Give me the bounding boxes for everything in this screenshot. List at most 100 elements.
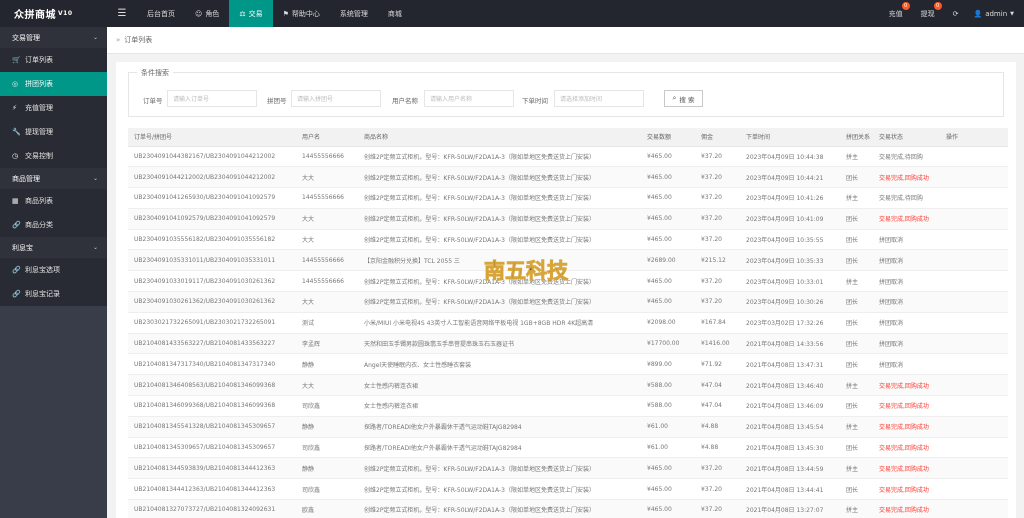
cell-status: 交易完成,回购成功: [873, 166, 940, 189]
table-row[interactable]: UB2104081327073727/UB2104081324092631 欧鑫创…: [128, 499, 1008, 518]
cell-relation: 团长: [840, 333, 873, 355]
table-row[interactable]: UB2304091041092579/UB2304091041092579 大大创…: [128, 208, 1008, 230]
cell-actions: [940, 187, 1008, 209]
cell-order: UB2304091030261362/UB2304091030261362: [128, 291, 296, 313]
cell-status: 交易完成,回购成功: [873, 395, 940, 417]
cell-commission: ¥71.92: [695, 353, 740, 376]
sidebar-item[interactable]: ◷ 交易控制: [0, 144, 107, 168]
cell-status: 交易完成,回购成功: [873, 478, 940, 501]
column-header[interactable]: 用户名: [296, 128, 358, 147]
topnav-item[interactable]: 商城: [378, 0, 412, 27]
column-header[interactable]: 操作: [940, 128, 1008, 147]
cell-user: 14455556666: [296, 270, 358, 293]
table-row[interactable]: UB2104081346408563/UB2104081346099368 大大女…: [128, 374, 1008, 397]
column-header[interactable]: 商品名称: [358, 128, 641, 147]
cell-time: 2023年03月02日 17:32:26: [740, 312, 840, 334]
cell-time: 2021年04月08日 13:46:40: [740, 374, 840, 397]
chevron-down-icon: ⌄: [92, 244, 98, 251]
order-label: 订单号: [143, 97, 163, 105]
table-row[interactable]: UB2104081433563227/UB2104081433563227 李孟辉…: [128, 333, 1008, 355]
sidebar-group[interactable]: 交易管理 ⌄: [0, 27, 107, 48]
sidebar-item[interactable]: 🔗 利息宝记录: [0, 282, 107, 306]
time-label: 下单时间: [522, 97, 548, 105]
cell-relation: 团长: [840, 291, 873, 313]
sidebar-item[interactable]: 🔧 提现管理: [0, 120, 107, 144]
column-header[interactable]: 订单号/拼团号: [128, 128, 296, 147]
cell-status: 拼团取消: [873, 249, 940, 272]
double-chevron-icon: »: [116, 36, 121, 44]
table-row[interactable]: UB2304091030261362/UB2304091030261362 大大创…: [128, 291, 1008, 313]
column-header[interactable]: 下单时间: [740, 128, 840, 147]
cell-actions: [940, 374, 1008, 397]
app-logo[interactable]: 众拼商城 V10: [0, 0, 107, 27]
username: admin: [985, 9, 1008, 18]
sidebar-item[interactable]: ⚡ 充值管理: [0, 96, 107, 120]
cell-amount: ¥465.00: [641, 166, 695, 189]
cell-product: Angel天使睡眠内衣、女士性感睡衣套装: [358, 353, 641, 376]
menu-toggle-icon[interactable]: ☰: [107, 0, 137, 27]
column-header[interactable]: 交易状态: [873, 128, 940, 147]
user-menu[interactable]: 👤 admin ▼: [967, 0, 1024, 27]
sidebar-group[interactable]: 利息宝 ⌄: [0, 237, 107, 258]
cell-product: 创维2P定频立式柜机，型号：KFR-50LW/F2DA1A-3（限如单地区免费送…: [358, 208, 641, 230]
cell-status: 交易完成,回购成功: [873, 437, 940, 459]
cell-order: UB2104081347317340/UB2104081347317340: [128, 353, 296, 376]
cell-time: 2021年04月08日 14:33:56: [740, 333, 840, 355]
cell-time: 2023年04月09日 10:44:21: [740, 166, 840, 189]
topnav-label: 帮助中心: [291, 9, 320, 18]
group-label: 拼团号: [267, 97, 287, 105]
sidebar-item-icon: ▦: [12, 197, 19, 205]
table-row[interactable]: UB2304091041265930/UB2304091041092579 144…: [128, 187, 1008, 209]
cell-product: 创维2P定频立式柜机，型号：KFR-50LW/F2DA1A-3（限如单地区免费送…: [358, 457, 641, 480]
column-header[interactable]: 交易数额: [641, 128, 695, 147]
topnav-item[interactable]: ⚖ 交易: [229, 0, 273, 27]
table-row[interactable]: UB2304091044212002/UB2304091044212002 大大创…: [128, 166, 1008, 189]
table-row[interactable]: UB2104081344412363/UB2104081344412363 司欣鑫…: [128, 478, 1008, 501]
cell-commission: ¥37.20: [695, 270, 740, 293]
cell-amount: ¥465.00: [641, 478, 695, 501]
table-row[interactable]: UB2104081346099368/UB2104081346099368 司欣鑫…: [128, 395, 1008, 417]
sidebar-item-label: 商品分类: [25, 221, 53, 229]
sidebar-item[interactable]: 🛒 订单列表: [0, 48, 107, 72]
cell-user: 司欣鑫: [296, 437, 358, 459]
sidebar-item-icon: ◎: [12, 80, 19, 88]
group-input[interactable]: 请输入拼团号: [291, 90, 381, 107]
sidebar-item-label: 提现管理: [25, 128, 53, 136]
topnav-item[interactable]: 后台首页: [137, 0, 185, 27]
table-row[interactable]: UB2104081344593839/UB2104081344412363 静静创…: [128, 457, 1008, 480]
refresh-icon[interactable]: ⟳: [944, 0, 968, 27]
order-input[interactable]: 请输入订单号: [167, 90, 257, 107]
cell-actions: [940, 208, 1008, 230]
sidebar-item[interactable]: ◎ 拼团列表: [0, 72, 107, 96]
sidebar-item[interactable]: 🔗 商品分类: [0, 213, 107, 237]
table-row[interactable]: UB2104081347317340/UB2104081347317340 静静 A…: [128, 353, 1008, 376]
withdraw-link[interactable]: 提现 0: [912, 0, 944, 27]
time-input[interactable]: 请选择添加时间: [554, 90, 644, 107]
cell-relation: 团长: [840, 437, 873, 459]
column-header[interactable]: 佣金: [695, 128, 740, 147]
recharge-link[interactable]: 充值 0: [880, 0, 912, 27]
user-icon: 👤: [973, 9, 983, 18]
table-row[interactable]: UB2104081345541328/UB2104081345309657 静静探…: [128, 416, 1008, 438]
cell-amount: ¥2689.00: [641, 249, 695, 272]
chevron-down-icon: ⌄: [92, 34, 98, 41]
topnav-item[interactable]: ☺ 角色: [185, 0, 229, 27]
sidebar-item[interactable]: ▦ 商品列表: [0, 189, 107, 213]
cell-actions: [940, 499, 1008, 518]
topnav-item[interactable]: 系统管理: [330, 0, 378, 27]
cell-actions: [940, 353, 1008, 376]
search-button[interactable]: ⌕ 搜 索: [664, 90, 703, 107]
username-input[interactable]: 请输入用户名称: [424, 90, 514, 107]
column-header[interactable]: 拼团关系: [840, 128, 873, 147]
table-row[interactable]: UB2104081345309657/UB2104081345309657 司欣鑫…: [128, 437, 1008, 459]
cell-actions: [940, 478, 1008, 501]
table-row[interactable]: UB2303021732265091/UB2303021732265091 测试小…: [128, 312, 1008, 334]
table-row[interactable]: UB2304091044382167/UB2304091044212002 144…: [128, 146, 1008, 168]
sidebar-group[interactable]: 商品管理 ⌄: [0, 168, 107, 189]
cell-relation: 团长: [840, 395, 873, 417]
cell-commission: ¥47.04: [695, 374, 740, 397]
topnav-item[interactable]: ⚑ 帮助中心: [273, 0, 330, 27]
sidebar-group-label: 商品管理: [12, 174, 40, 183]
cell-amount: ¥588.00: [641, 395, 695, 417]
sidebar-item[interactable]: 🔗 利息宝选项: [0, 258, 107, 282]
